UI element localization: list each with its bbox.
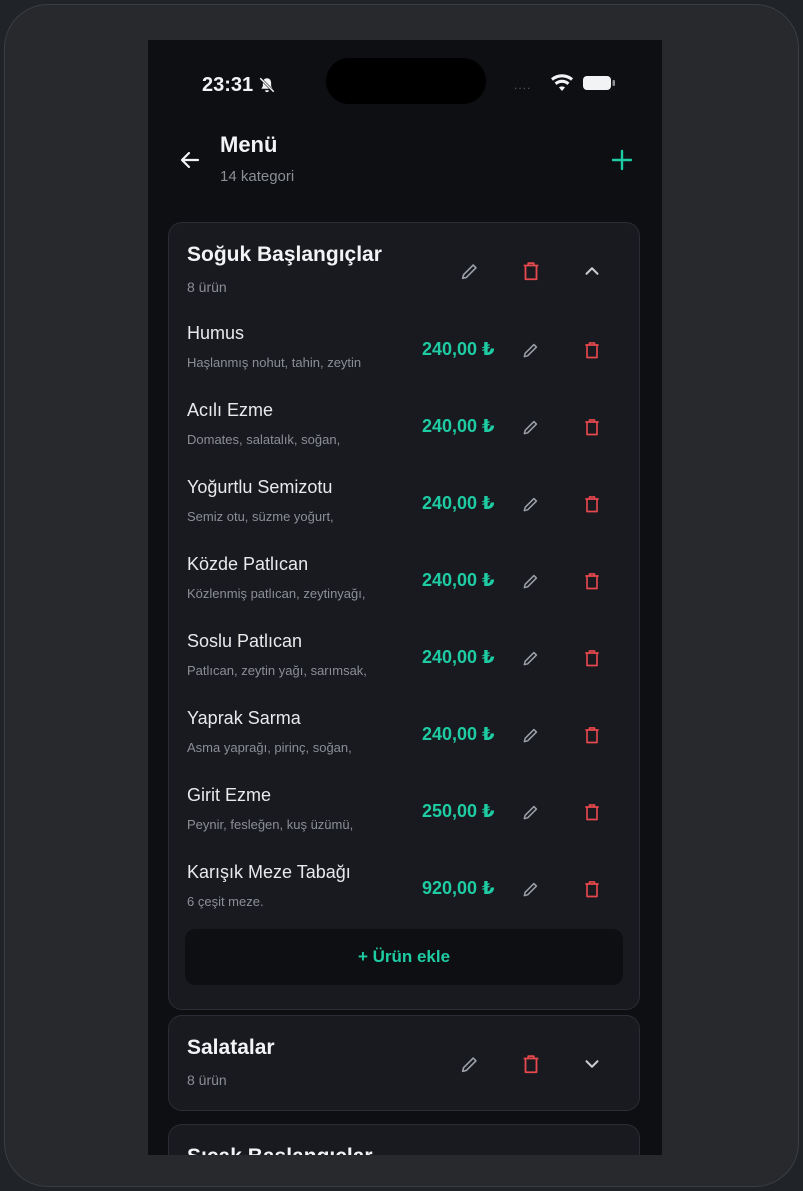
edit-item-button[interactable] [521, 648, 541, 668]
item-price: 240,00 ₺ [422, 647, 495, 667]
edit-item-button[interactable] [521, 417, 541, 437]
add-item-button[interactable]: + Ürün ekle [185, 929, 623, 985]
category-name: Salatalar [187, 1036, 275, 1059]
edit-category-button[interactable] [459, 1053, 481, 1075]
edit-item-button[interactable] [521, 494, 541, 514]
item-name: Girit Ezme [187, 785, 272, 805]
menu-item-row[interactable]: Yoğurtlu Semizotu Semiz otu, süzme yoğurt… [169, 477, 641, 554]
edit-item-button[interactable] [521, 340, 541, 360]
edit-category-button[interactable] [459, 260, 481, 282]
app-screen: 23:31 .... Menü 14 kategori Soğuk Başlan… [148, 40, 662, 1155]
menu-item-row[interactable]: Közde Patlıcan Közlenmiş patlıcan, zeytin… [169, 554, 641, 631]
item-description: Patlıcan, zeytin yağı, sarımsak, [187, 663, 367, 678]
delete-category-button[interactable] [520, 260, 542, 282]
signal-dots: .... [514, 78, 532, 92]
add-category-button[interactable] [610, 148, 634, 172]
page-title: Menü [220, 132, 278, 157]
menu-item-row[interactable]: Humus Haşlanmış nohut, tahin, zeytin 240,0… [169, 323, 641, 400]
item-price: 240,00 ₺ [422, 570, 495, 590]
edit-item-button[interactable] [521, 802, 541, 822]
category-item-count: 8 ürün [187, 279, 227, 295]
delete-item-button[interactable] [582, 417, 602, 437]
edit-item-button[interactable] [521, 571, 541, 591]
category-card: Salatalar 8 ürün [168, 1015, 640, 1111]
item-price: 240,00 ₺ [422, 724, 495, 744]
delete-item-button[interactable] [582, 879, 602, 899]
category-card: Soğuk Başlangıçlar 8 ürün Humus Haşlanmış… [168, 222, 640, 1010]
item-price: 240,00 ₺ [422, 493, 495, 513]
battery-icon [583, 76, 615, 90]
delete-item-button[interactable] [582, 725, 602, 745]
item-description: Peynir, fesleğen, kuş üzümü, [187, 817, 354, 832]
menu-item-row[interactable]: Acılı Ezme Domates, salatalık, soğan, 240,… [169, 400, 641, 477]
delete-category-button[interactable] [520, 1053, 542, 1075]
category-count: 14 kategori [220, 168, 295, 185]
wifi-icon [551, 74, 573, 91]
dynamic-island [326, 58, 486, 104]
menu-item-row[interactable]: Karışık Meze Tabağı 6 çeşit meze. 920,00 ₺ [169, 862, 641, 939]
item-price: 920,00 ₺ [422, 878, 495, 898]
item-name: Soslu Patlıcan [187, 631, 303, 651]
chevron-down-icon[interactable] [581, 1053, 603, 1075]
menu-item-row[interactable]: Girit Ezme Peynir, fesleğen, kuş üzümü, 25… [169, 785, 641, 862]
item-name: Karışık Meze Tabağı [187, 862, 351, 882]
edit-item-button[interactable] [521, 879, 541, 899]
item-description: Semiz otu, süzme yoğurt, [187, 509, 334, 524]
item-price: 250,00 ₺ [422, 801, 495, 821]
item-description: Domates, salatalık, soğan, [187, 432, 341, 447]
edit-item-button[interactable] [521, 725, 541, 745]
item-description: Haşlanmış nohut, tahin, zeytin [187, 355, 362, 370]
delete-item-button[interactable] [582, 340, 602, 360]
item-name: Yoğurtlu Semizotu [187, 477, 333, 497]
back-arrow-icon[interactable] [178, 148, 202, 172]
bell-slash-icon [259, 77, 275, 93]
item-price: 240,00 ₺ [422, 416, 495, 436]
item-name: Acılı Ezme [187, 400, 274, 420]
category-card: Sıcak Başlangıçlar [168, 1124, 640, 1155]
chevron-up-icon[interactable] [581, 260, 603, 282]
category-item-count: 8 ürün [187, 1072, 227, 1088]
status-bar: 23:31 .... [148, 40, 662, 120]
delete-item-button[interactable] [582, 648, 602, 668]
item-description: Asma yaprağı, pirinç, soğan, [187, 740, 352, 755]
item-name: Yaprak Sarma [187, 708, 301, 728]
delete-item-button[interactable] [582, 494, 602, 514]
menu-item-row[interactable]: Soslu Patlıcan Patlıcan, zeytin yağı, sar… [169, 631, 641, 708]
item-name: Közde Patlıcan [187, 554, 309, 574]
item-price: 240,00 ₺ [422, 339, 495, 359]
category-name: Soğuk Başlangıçlar [187, 243, 382, 266]
item-description: 6 çeşit meze. [187, 894, 264, 909]
delete-item-button[interactable] [582, 802, 602, 822]
delete-item-button[interactable] [582, 571, 602, 591]
item-name: Humus [187, 323, 245, 343]
menu-item-row[interactable]: Yaprak Sarma Asma yaprağı, pirinç, soğan,… [169, 708, 641, 785]
status-time: 23:31 [202, 74, 254, 96]
item-description: Közlenmiş patlıcan, zeytinyağı, [187, 586, 366, 601]
category-name: Sıcak Başlangıçlar [187, 1145, 373, 1155]
